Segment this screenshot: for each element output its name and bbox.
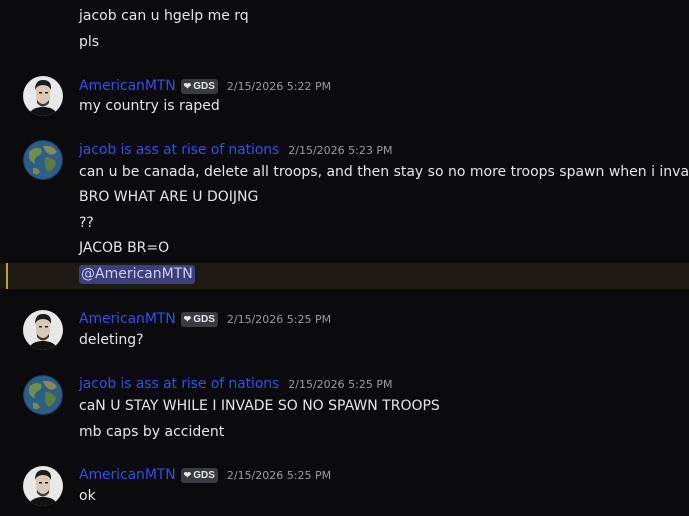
username[interactable]: AmericanMTN	[79, 467, 176, 483]
message-text: @AmericanMTN	[79, 264, 195, 284]
message-text: BRO WHAT ARE U DOIJNG	[79, 189, 259, 205]
heart-icon: ❤	[183, 80, 192, 91]
message-header: AmericanMTN ❤ GDS 2/15/2026 5:25 PM	[79, 309, 331, 329]
chat-message-list: jacob can u hgelp me rq pls AmericanMTN …	[0, 0, 689, 516]
timestamp: 2/15/2026 5:25 PM	[226, 468, 332, 482]
message-text: ??	[79, 215, 94, 231]
username[interactable]: AmericanMTN	[79, 311, 176, 327]
message-text: can u be canada, delete all troops, and …	[79, 164, 689, 180]
username[interactable]: jacob is ass at rise of nations	[79, 376, 279, 392]
user-mention[interactable]: @AmericanMTN	[79, 265, 195, 284]
message-text: ok	[79, 488, 96, 504]
globe-avatar-icon	[23, 140, 63, 180]
message-header: AmericanMTN ❤ GDS 2/15/2026 5:25 PM	[79, 465, 331, 485]
message-text: jacob can u hgelp me rq	[79, 8, 249, 24]
guild-tag[interactable]: ❤ GDS	[180, 467, 218, 483]
message-header: AmericanMTN ❤ GDS 2/15/2026 5:22 PM	[79, 76, 331, 96]
user-avatar[interactable]	[23, 466, 63, 506]
message-text: deleting?	[79, 332, 144, 348]
user-avatar[interactable]	[23, 310, 63, 350]
avatar-portrait-icon	[23, 310, 63, 350]
username[interactable]: jacob is ass at rise of nations	[79, 142, 279, 158]
avatar-portrait-icon	[23, 466, 63, 506]
username[interactable]: AmericanMTN	[79, 78, 176, 94]
guild-tag-label: GDS	[193, 313, 215, 325]
message-text: JACOB BR=O	[79, 240, 170, 256]
heart-icon: ❤	[183, 469, 192, 480]
globe-avatar-icon	[23, 375, 63, 415]
message-text: mb caps by accident	[79, 424, 225, 440]
guild-tag-label: GDS	[193, 80, 215, 92]
timestamp: 2/15/2026 5:23 PM	[288, 143, 393, 157]
message-text: my country is raped	[79, 98, 220, 114]
guild-tag-label: GDS	[193, 469, 215, 481]
heart-icon: ❤	[183, 313, 192, 324]
timestamp: 2/15/2026 5:25 PM	[226, 312, 332, 326]
message-text: caN U STAY WHILE I INVADE SO NO SPAWN TR…	[79, 398, 440, 414]
user-avatar[interactable]	[23, 76, 63, 116]
guild-tag[interactable]: ❤ GDS	[180, 311, 218, 327]
timestamp: 2/15/2026 5:22 PM	[226, 79, 332, 93]
guild-tag[interactable]: ❤ GDS	[180, 78, 218, 94]
user-avatar[interactable]	[23, 375, 63, 415]
message-header: jacob is ass at rise of nations 2/15/202…	[79, 374, 392, 394]
user-avatar[interactable]	[23, 140, 63, 180]
message-text: pls	[79, 34, 100, 50]
mention-highlight-bar	[6, 263, 8, 289]
avatar-portrait-icon	[23, 76, 63, 116]
message-header: jacob is ass at rise of nations 2/15/202…	[79, 140, 392, 160]
timestamp: 2/15/2026 5:25 PM	[288, 377, 393, 391]
